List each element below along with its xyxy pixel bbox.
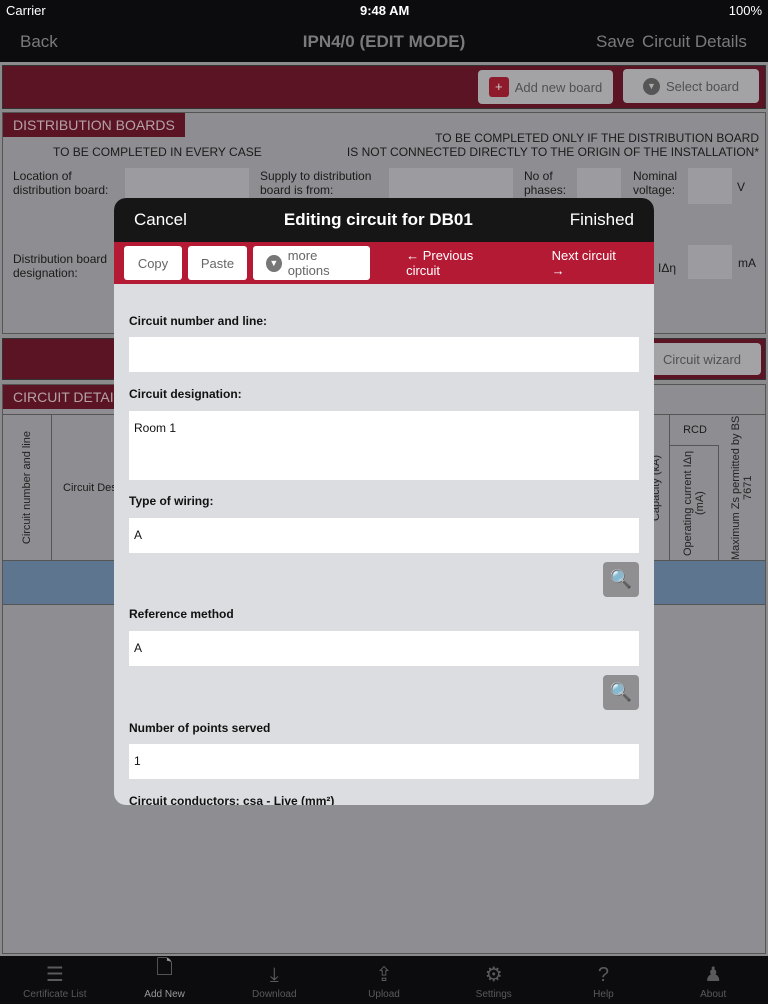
paste-button[interactable]: Paste — [187, 246, 247, 280]
tab-upload[interactable]: ⇪ Upload — [329, 956, 439, 1004]
gear-icon: ⚙ — [484, 964, 503, 986]
type-of-wiring-input[interactable]: A — [129, 518, 639, 553]
edit-circuit-modal: Cancel Editing circuit for DB01 Finished… — [114, 198, 654, 805]
circuit-number-input[interactable] — [129, 337, 639, 372]
voltage-field[interactable] — [688, 168, 732, 204]
label: Supply to distribution board is from: — [260, 169, 372, 197]
circuit-designation-input[interactable]: Room 1 — [129, 411, 639, 480]
points-served-input[interactable]: 1 — [129, 744, 639, 779]
column-header: Maximum Zs permitted by BS 7671 — [730, 415, 754, 561]
label: Distribution board designation: — [13, 252, 108, 280]
note: TO BE COMPLETED ONLY IF THE DISTRIBUTION… — [346, 131, 759, 159]
lookup-search-icon[interactable]: 🔍 — [603, 675, 639, 710]
tab-add-new[interactable]: 🗋 Add New — [110, 956, 220, 1004]
label: Location of distribution board: — [13, 169, 109, 197]
circuit-wizard-button[interactable]: Circuit wizard — [643, 343, 761, 375]
field-label: Type of wiring: — [129, 494, 214, 508]
column-group-header: RCD — [683, 424, 707, 436]
label: Nominal voltage: — [633, 169, 678, 197]
column-header: Circuit number and line — [21, 431, 33, 545]
status-bar: Carrier 9:48 AM 100% — [0, 0, 768, 22]
tab-help[interactable]: ? Help — [549, 956, 659, 1004]
circuit-details-button[interactable]: Circuit Details — [642, 32, 747, 52]
tab-bar: ☰ Certificate List 🗋 Add New ⤓ Download ⇪ Up… — [0, 956, 768, 1004]
tab-settings[interactable]: ⚙ Settings — [439, 956, 549, 1004]
field-label: Number of points served — [129, 721, 271, 735]
finished-button[interactable]: Finished — [570, 210, 634, 230]
modal-toolbar: Copy Paste ▼ more options ← Previous circ… — [114, 242, 654, 284]
reference-method-input[interactable]: A — [129, 631, 639, 666]
list-icon: ☰ — [45, 964, 64, 986]
help-icon: ? — [597, 964, 610, 986]
more-options-button[interactable]: ▼ more options — [252, 246, 371, 280]
clock: 9:48 AM — [360, 3, 410, 18]
add-new-board-button[interactable]: + Add new board — [478, 70, 613, 104]
cancel-button[interactable]: Cancel — [134, 210, 187, 230]
section-header: DISTRIBUTION BOARDS — [3, 113, 185, 137]
carrier: Carrier — [6, 3, 46, 18]
column-header: Operating current IΔη (mA) — [682, 450, 706, 557]
modal-header: Cancel Editing circuit for DB01 Finished — [114, 198, 654, 242]
plus-icon: + — [488, 77, 509, 97]
add-document-icon: 🗋 — [156, 957, 173, 979]
field-label: Circuit designation: — [129, 387, 242, 401]
label: IΔη — [658, 261, 677, 275]
board-toolbar: + Add new board ▼ Select board — [2, 65, 766, 109]
field-label: Reference method — [129, 607, 234, 621]
note: TO BE COMPLETED IN EVERY CASE — [53, 145, 262, 159]
nav-bar: Back IPN4/0 (EDIT MODE) Save Circuit Det… — [0, 22, 768, 62]
copy-button[interactable]: Copy — [124, 246, 182, 280]
previous-circuit-link[interactable]: ← Previous circuit — [406, 248, 508, 278]
tab-certificate-list[interactable]: ☰ Certificate List — [0, 956, 110, 1004]
lookup-search-icon[interactable]: 🔍 — [603, 562, 639, 597]
label: No of phases: — [524, 169, 567, 197]
tab-about[interactable]: ♟ About — [658, 956, 768, 1004]
unit: mA — [738, 256, 756, 270]
modal-title: Editing circuit for DB01 — [283, 210, 473, 229]
battery: 100% — [728, 3, 762, 18]
idn-field[interactable] — [688, 245, 732, 279]
unit: V — [737, 180, 746, 194]
chevron-down-icon: ▼ — [643, 77, 660, 95]
download-icon: ⤓ — [269, 964, 279, 986]
tab-download[interactable]: ⤓ Download — [219, 956, 329, 1004]
save-button[interactable]: Save — [596, 32, 635, 52]
field-label: Circuit conductors: csa - Live (mm²) — [129, 794, 335, 805]
person-icon: ♟ — [704, 964, 723, 986]
field-label: Circuit number and line: — [129, 314, 268, 328]
select-board-button[interactable]: ▼ Select board — [623, 69, 759, 103]
next-circuit-link[interactable]: Next circuit → — [552, 248, 630, 278]
upload-icon: ⇪ — [375, 964, 393, 986]
chevron-down-icon: ▼ — [265, 254, 282, 272]
